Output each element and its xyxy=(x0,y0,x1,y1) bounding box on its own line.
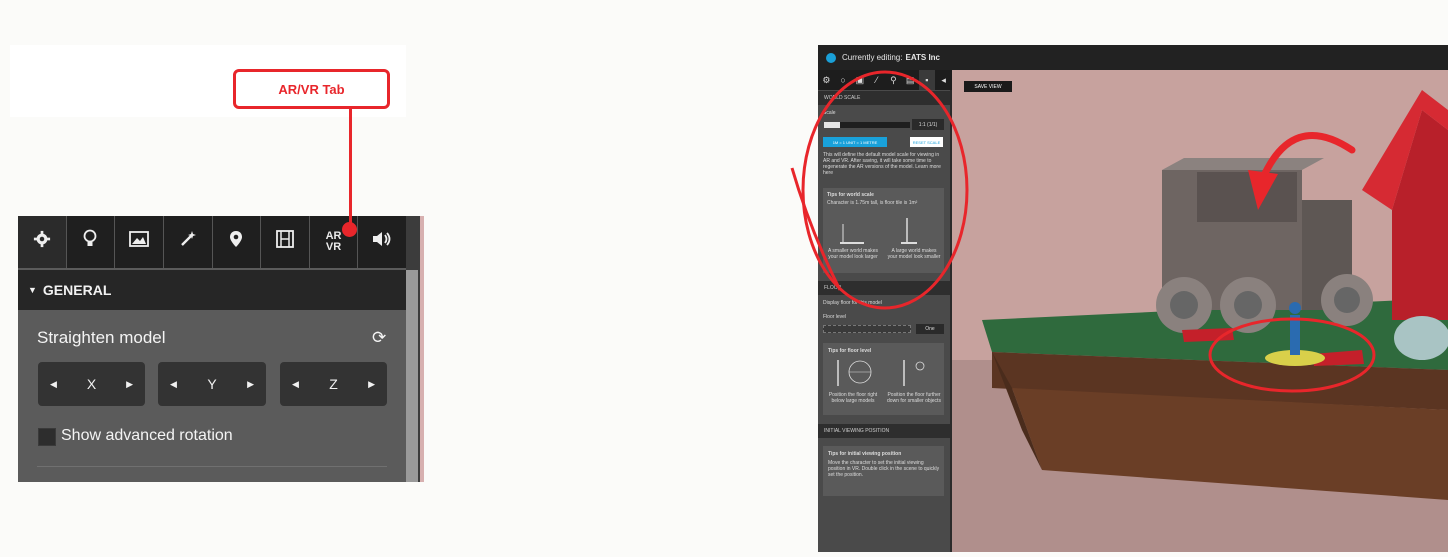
advanced-rotation-label[interactable]: Show advanced rotation xyxy=(61,427,233,445)
callout-connector xyxy=(349,109,352,230)
tab-general-settings[interactable] xyxy=(18,216,67,268)
reset-rotation-icon[interactable]: ⟳ xyxy=(372,328,386,348)
arrow-right-icon[interactable]: ▶ xyxy=(247,379,254,390)
tab-annotations[interactable] xyxy=(213,216,262,268)
ar-vr-icon: AR VR xyxy=(325,230,342,253)
arrow-left-icon[interactable]: ◀ xyxy=(50,379,57,390)
axis-y-label: Y xyxy=(207,376,217,392)
tab-sound[interactable] xyxy=(358,216,406,268)
straighten-model-label: Straighten model xyxy=(37,328,166,347)
arrow-left-icon[interactable]: ◀ xyxy=(292,379,299,390)
axis-x-label: X xyxy=(86,376,97,392)
arrow-left-icon[interactable]: ◀ xyxy=(170,379,177,390)
panel-scrollbar[interactable] xyxy=(406,270,418,482)
floor-level-illustration xyxy=(837,360,925,386)
highlight-circle-annotation xyxy=(790,70,969,310)
ar-vr-tab-callout: AR/VR Tab xyxy=(233,69,390,109)
magic-wand-icon xyxy=(179,230,197,254)
tip-floor-right: Position the floor further down for smal… xyxy=(887,392,941,404)
axis-y-control[interactable]: ◀ Y ▶ xyxy=(158,362,266,406)
tab-lights[interactable] xyxy=(67,216,116,268)
image-icon xyxy=(129,231,149,253)
tab-background[interactable] xyxy=(115,216,164,268)
floor-tips-title: Tips for floor level xyxy=(828,348,872,354)
tip-floor-left: Position the floor right below large mod… xyxy=(828,392,878,404)
gear-icon xyxy=(33,230,51,254)
lightbulb-icon xyxy=(82,229,98,255)
advanced-rotation-checkbox[interactable] xyxy=(38,428,56,446)
callout-marker-dot xyxy=(342,222,357,237)
viewing-tips-title: Tips for initial viewing position xyxy=(828,451,902,457)
film-icon xyxy=(276,230,294,254)
floor-level-button[interactable]: One xyxy=(916,324,944,334)
general-section-title: GENERAL xyxy=(42,282,112,298)
3d-viewport[interactable] xyxy=(952,70,1448,552)
tab-animation[interactable] xyxy=(261,216,310,268)
axis-x-control[interactable]: ◀ X ▶ xyxy=(38,362,145,406)
arrow-right-icon[interactable]: ▶ xyxy=(368,379,375,390)
caret-down-icon: ▼ xyxy=(28,285,37,295)
general-section-header[interactable]: ▼ GENERAL xyxy=(18,270,406,310)
initial-viewing-header[interactable]: INITIAL VIEWING POSITION xyxy=(818,424,950,438)
arrow-right-icon[interactable]: ▶ xyxy=(126,379,133,390)
tab-materials[interactable] xyxy=(164,216,213,268)
section-divider xyxy=(37,466,387,467)
sound-icon xyxy=(372,231,392,253)
viewing-tips-body: Move the character to set the initial vi… xyxy=(828,460,940,478)
axis-z-label: Z xyxy=(329,376,338,392)
axis-z-control[interactable]: ◀ Z ▶ xyxy=(280,362,387,406)
map-pin-icon xyxy=(229,230,243,254)
callout-label: AR/VR Tab xyxy=(278,81,345,97)
floor-level-slider[interactable] xyxy=(823,325,911,333)
